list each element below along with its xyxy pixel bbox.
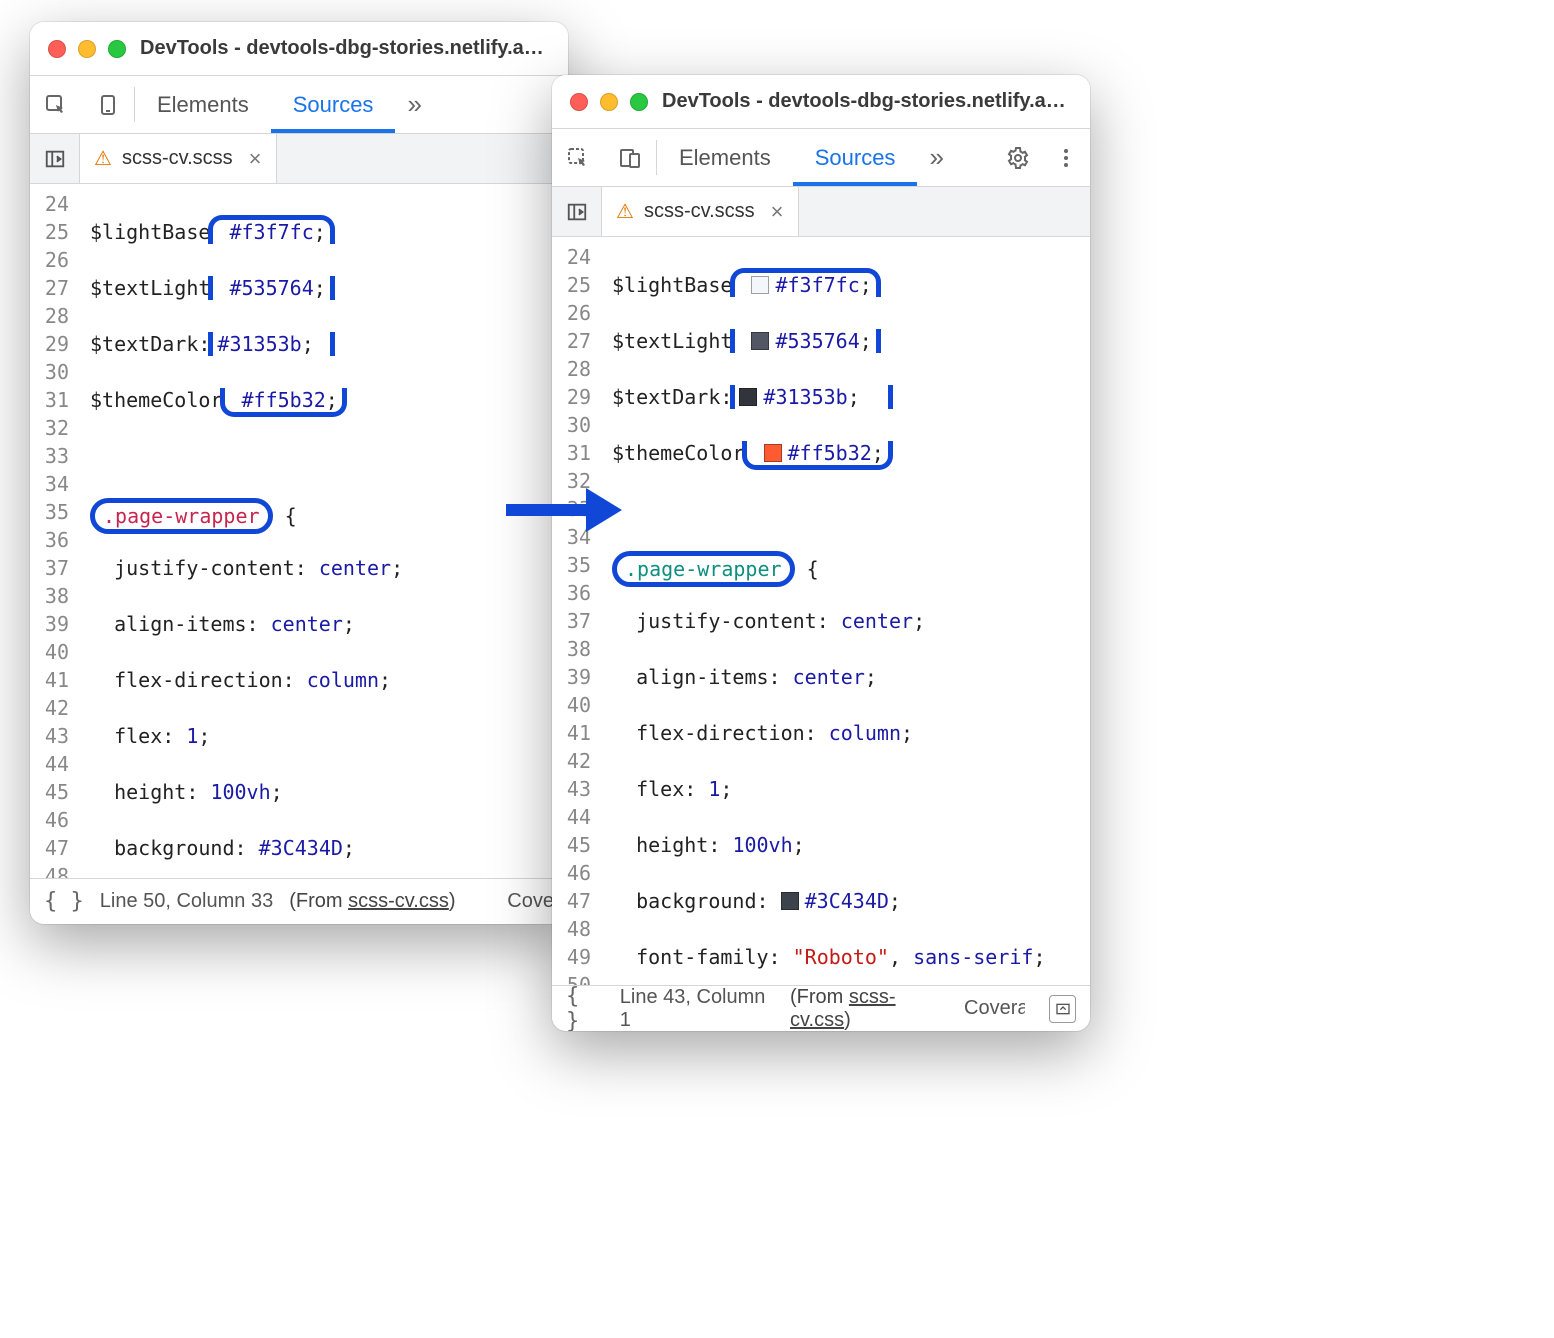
file-name: scss-cv.scss xyxy=(122,147,233,170)
close-tab-icon[interactable]: × xyxy=(249,146,262,172)
titlebar: DevTools - devtools-dbg-stories.netlify.… xyxy=(30,22,568,76)
device-icon[interactable] xyxy=(82,76,134,133)
device-icon[interactable] xyxy=(604,129,656,186)
arrow-icon xyxy=(502,482,622,538)
close-tab-icon[interactable]: × xyxy=(771,199,784,225)
code-editor[interactable]: 24 25 26 27 28 29 30 31 32 33 34 35 36 3… xyxy=(552,237,1090,985)
line-gutter: 24 25 26 27 28 29 30 31 32 33 34 35 36 3… xyxy=(552,237,602,985)
minimize-icon[interactable] xyxy=(600,93,618,111)
navigator-toggle-icon[interactable] xyxy=(552,187,602,236)
code-content[interactable]: $lightBase #f3f7fc; $textLight #535764; … xyxy=(602,237,1090,985)
close-icon[interactable] xyxy=(48,40,66,58)
file-tab[interactable]: ⚠︎ scss-cv.scss × xyxy=(80,134,277,183)
window-title: DevTools - devtools-dbg-stories.netlify.… xyxy=(662,90,1072,113)
traffic-lights[interactable] xyxy=(570,93,648,111)
tab-sources[interactable]: Sources xyxy=(271,76,396,133)
warning-icon: ⚠︎ xyxy=(616,199,634,224)
file-tabstrip: ⚠︎ scss-cv.scss × xyxy=(552,187,1090,237)
more-tabs-icon[interactable]: » xyxy=(917,142,955,173)
code-editor[interactable]: 24 25 26 27 28 29 30 31 32 33 34 35 36 3… xyxy=(30,184,568,878)
format-icon[interactable]: { } xyxy=(566,984,604,1032)
zoom-icon[interactable] xyxy=(108,40,126,58)
cursor-position: Line 43, Column 1 xyxy=(620,986,774,1032)
window-title: DevTools - devtools-dbg-stories.netlify.… xyxy=(140,37,550,60)
status-bar: { } Line 50, Column 33 (From scss-cv.css… xyxy=(30,878,568,924)
file-name: scss-cv.scss xyxy=(644,200,755,223)
settings-icon[interactable] xyxy=(994,129,1042,186)
coverage-label: Covera xyxy=(964,997,1025,1020)
format-icon[interactable]: { } xyxy=(44,889,84,914)
inspect-icon[interactable] xyxy=(30,76,82,133)
panel-tabs: Elements Sources » xyxy=(552,129,1090,187)
code-content[interactable]: $lightBase #f3f7fc; $textLight #535764; … xyxy=(80,184,568,878)
status-bar: { } Line 43, Column 1 (From scss-cv.css)… xyxy=(552,985,1090,1031)
inspect-icon[interactable] xyxy=(552,129,604,186)
source-map-from[interactable]: (From scss-cv.css) xyxy=(790,986,948,1032)
navigator-toggle-icon[interactable] xyxy=(30,134,80,183)
tab-elements[interactable]: Elements xyxy=(135,76,271,133)
more-tabs-icon[interactable]: » xyxy=(395,89,433,120)
traffic-lights[interactable] xyxy=(48,40,126,58)
zoom-icon[interactable] xyxy=(630,93,648,111)
panel-tabs: Elements Sources » xyxy=(30,76,568,134)
warning-icon: ⚠︎ xyxy=(94,146,112,171)
right-window: DevTools - devtools-dbg-stories.netlify.… xyxy=(552,75,1090,1031)
titlebar: DevTools - devtools-dbg-stories.netlify.… xyxy=(552,75,1090,129)
left-window: DevTools - devtools-dbg-stories.netlify.… xyxy=(30,22,568,924)
minimize-icon[interactable] xyxy=(78,40,96,58)
drawer-toggle-icon[interactable] xyxy=(1049,995,1076,1023)
file-tab[interactable]: ⚠︎ scss-cv.scss × xyxy=(602,187,799,236)
cursor-position: Line 50, Column 33 xyxy=(100,890,273,913)
kebab-icon[interactable] xyxy=(1042,129,1090,186)
tab-elements[interactable]: Elements xyxy=(657,129,793,186)
source-map-from[interactable]: (From scss-cv.css) xyxy=(289,890,455,913)
file-tabstrip: ⚠︎ scss-cv.scss × xyxy=(30,134,568,184)
line-gutter: 24 25 26 27 28 29 30 31 32 33 34 35 36 3… xyxy=(30,184,80,878)
tab-sources[interactable]: Sources xyxy=(793,129,918,186)
close-icon[interactable] xyxy=(570,93,588,111)
coverage-label: Cove xyxy=(507,890,554,913)
